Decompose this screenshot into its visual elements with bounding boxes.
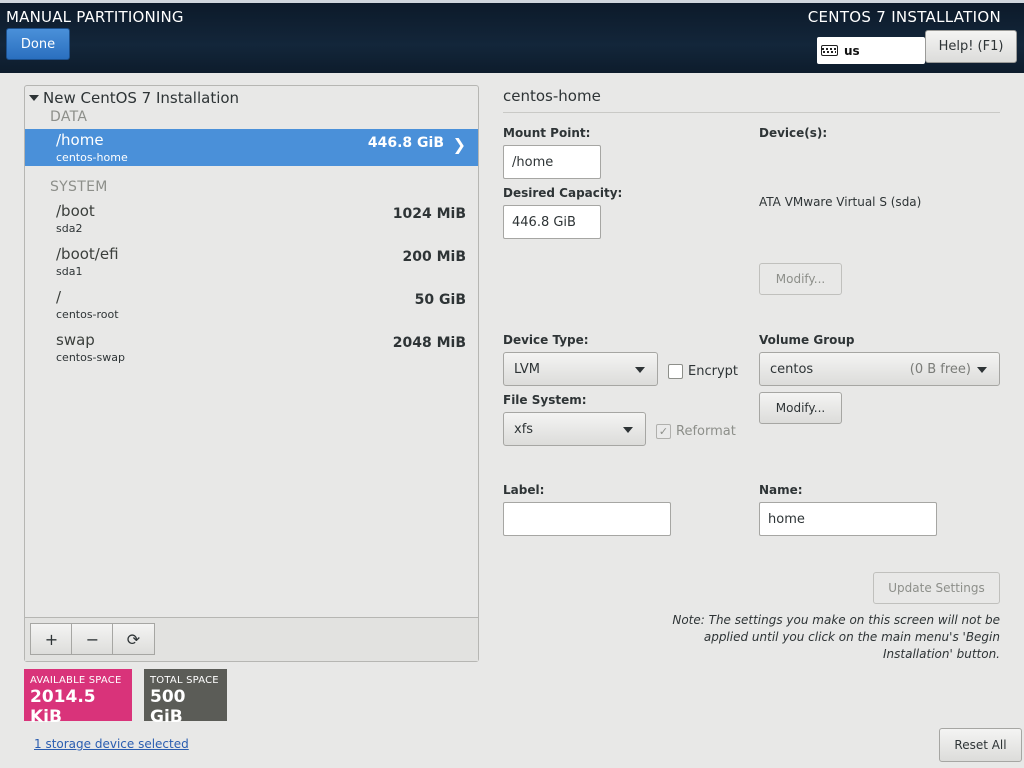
partition-toolbar: + − ⟳	[25, 617, 478, 661]
volume-group-value: centos	[770, 361, 814, 377]
checkmark-icon: ✓	[656, 424, 671, 439]
product-title: CENTOS 7 INSTALLATION	[807, 8, 1001, 26]
file-system-select[interactable]: xfs	[503, 412, 646, 446]
file-system-value: xfs	[514, 421, 534, 437]
minus-icon: −	[85, 629, 100, 649]
expand-triangle-icon	[29, 95, 39, 101]
total-space-label: TOTAL SPACE	[150, 675, 219, 686]
reset-all-button[interactable]: Reset All	[939, 728, 1022, 762]
total-space-value: 500 GiB	[150, 687, 186, 727]
mount-point-input[interactable]: /home	[503, 145, 601, 179]
encrypt-label: Encrypt	[688, 364, 738, 379]
partition-tree-panel: New CentOS 7 Installation DATA /home cen…	[24, 85, 479, 662]
page-title: MANUAL PARTITIONING	[6, 8, 184, 26]
keyboard-layout-label: us	[844, 43, 860, 58]
partition-mount: /	[56, 288, 62, 306]
add-partition-button[interactable]: +	[30, 623, 73, 655]
divider	[503, 112, 1000, 113]
refresh-button[interactable]: ⟳	[112, 623, 155, 655]
plus-icon: +	[44, 629, 59, 649]
partition-size: 1024 MiB	[392, 206, 466, 222]
dropdown-arrow-icon	[977, 367, 987, 373]
available-space-box: AVAILABLE SPACE 2014.5 KiB	[24, 669, 132, 727]
partition-row-home[interactable]: /home centos-home 446.8 GiB ❯	[25, 129, 478, 166]
partition-device: centos-root	[56, 308, 119, 321]
partition-device: centos-swap	[56, 351, 125, 364]
remove-partition-button[interactable]: −	[71, 623, 114, 655]
device-name: ATA VMware Virtual S (sda)	[759, 195, 922, 209]
keyboard-icon	[821, 45, 838, 56]
header-bar: MANUAL PARTITIONING Done CENTOS 7 INSTAL…	[0, 0, 1024, 73]
partition-size: 200 MiB	[402, 249, 467, 265]
label-field-label: Label:	[503, 483, 545, 497]
installation-root[interactable]: New CentOS 7 Installation	[29, 89, 239, 107]
done-button[interactable]: Done	[6, 28, 70, 60]
device-type-value: LVM	[514, 361, 540, 377]
installation-root-label: New CentOS 7 Installation	[43, 89, 240, 107]
reformat-label: Reformat	[676, 424, 736, 439]
settings-note: Note: The settings you make on this scre…	[672, 613, 1000, 661]
partition-size: 50 GiB	[414, 292, 466, 308]
partition-mount: /boot/efi	[56, 245, 119, 263]
modify-volume-group-button[interactable]: Modify...	[759, 392, 842, 424]
total-space-box: TOTAL SPACE 500 GiB	[144, 669, 227, 727]
partition-row-swap[interactable]: swap centos-swap 2048 MiB	[25, 329, 478, 366]
section-data-label: DATA	[50, 109, 88, 125]
desired-capacity-input[interactable]: 446.8 GiB	[503, 205, 601, 239]
partition-device: centos-home	[56, 151, 128, 164]
storage-devices-link[interactable]: 1 storage device selected	[34, 737, 189, 751]
device-type-label: Device Type:	[503, 333, 589, 347]
partition-mount: swap	[56, 331, 95, 349]
available-space-value: 2014.5 KiB	[30, 687, 96, 727]
section-system-label: SYSTEM	[50, 179, 108, 195]
partition-size: 446.8 GiB	[367, 135, 444, 151]
label-input[interactable]	[503, 502, 671, 536]
volume-group-free: (0 B free)	[909, 361, 971, 377]
file-system-label: File System:	[503, 393, 587, 407]
chevron-right-icon: ❯	[452, 135, 466, 154]
dropdown-arrow-icon	[635, 367, 645, 373]
desired-capacity-label: Desired Capacity:	[503, 186, 623, 200]
update-settings-button[interactable]: Update Settings	[873, 572, 1000, 604]
partition-row-root[interactable]: / centos-root 50 GiB	[25, 286, 478, 323]
partition-device: sda2	[56, 222, 83, 235]
mount-point-label: Mount Point:	[503, 126, 591, 140]
volume-group-label: Volume Group	[759, 333, 855, 347]
modify-devices-button[interactable]: Modify...	[759, 263, 842, 295]
partition-size: 2048 MiB	[392, 335, 466, 351]
checkbox-icon	[668, 364, 683, 379]
partition-row-boot-efi[interactable]: /boot/efi sda1 200 MiB	[25, 243, 478, 280]
encrypt-checkbox[interactable]: Encrypt	[668, 364, 738, 379]
reformat-checkbox[interactable]: ✓ Reformat	[656, 424, 736, 439]
keyboard-layout-indicator[interactable]: us	[817, 37, 925, 64]
partition-mount: /home	[56, 131, 104, 149]
partition-mount: /boot	[56, 202, 95, 220]
devices-label: Device(s):	[759, 126, 828, 140]
partition-device: sda1	[56, 265, 83, 278]
device-type-select[interactable]: LVM	[503, 352, 658, 386]
name-input[interactable]: home	[759, 502, 937, 536]
selected-partition-title: centos-home	[503, 87, 601, 105]
available-space-label: AVAILABLE SPACE	[30, 675, 122, 686]
dropdown-arrow-icon	[623, 427, 633, 433]
partition-row-boot[interactable]: /boot sda2 1024 MiB	[25, 200, 478, 237]
name-field-label: Name:	[759, 483, 803, 497]
refresh-icon: ⟳	[126, 629, 141, 649]
help-button[interactable]: Help! (F1)	[925, 30, 1017, 63]
volume-group-select[interactable]: centos (0 B free)	[759, 352, 1000, 386]
